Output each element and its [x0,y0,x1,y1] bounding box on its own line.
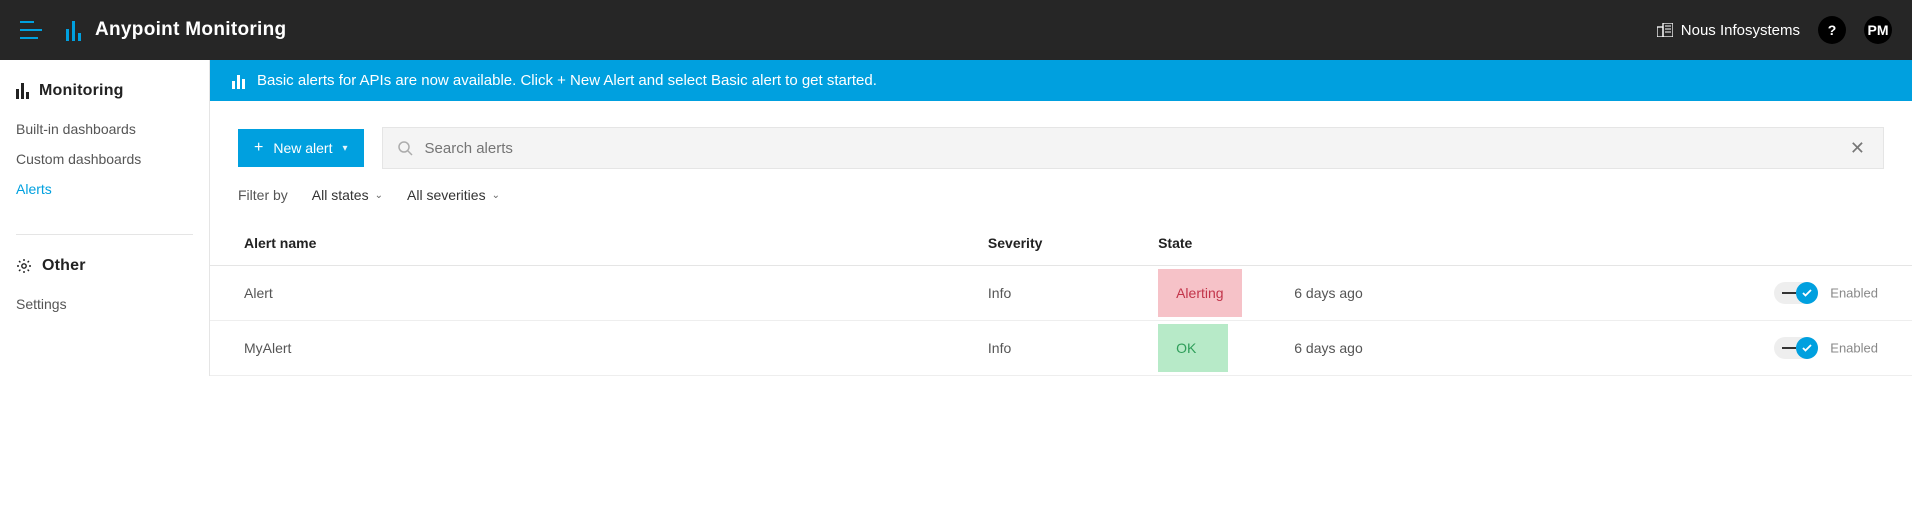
org-name: Nous Infosystems [1681,22,1800,39]
gear-icon [16,258,32,274]
cell-time: 6 days ago [1282,321,1622,376]
banner-text: Basic alerts for APIs are now available.… [257,72,877,89]
sidebar-section-monitoring: Monitoring [16,82,193,100]
new-alert-button[interactable]: + New alert ▾ [238,129,364,167]
filter-label: Filter by [238,187,288,203]
check-icon [1796,282,1818,304]
cell-state: Alerting [1146,266,1282,321]
sidebar-item-settings[interactable]: Settings [16,289,193,319]
main-content: Basic alerts for APIs are now available.… [210,60,1912,376]
chevron-down-icon: ▾ [342,143,347,154]
app-title: Anypoint Monitoring [95,19,286,41]
cell-time: 6 days ago [1282,266,1622,321]
user-avatar[interactable]: PM [1864,16,1892,44]
sidebar-item-alerts[interactable]: Alerts [16,174,193,204]
search-box[interactable]: ✕ [382,127,1884,169]
state-badge: Alerting [1158,269,1241,317]
sidebar-item-custom-dashboards[interactable]: Custom dashboards [16,144,193,174]
col-header-severity[interactable]: Severity [976,221,1146,266]
info-banner: Basic alerts for APIs are now available.… [210,60,1912,101]
filter-state-dropdown[interactable]: All states ⌄ [312,187,383,203]
cell-severity: Info [976,321,1146,376]
search-icon [397,140,425,156]
table-row[interactable]: MyAlertInfoOK 6 days ago Enabled [210,321,1912,376]
search-input[interactable] [425,140,1846,157]
close-icon[interactable]: ✕ [1846,134,1869,163]
filter-severity-dropdown[interactable]: All severities ⌄ [407,187,500,203]
toggle-label: Enabled [1830,341,1878,356]
table-row[interactable]: AlertInfoAlerting 6 days ago Enabled [210,266,1912,321]
chevron-down-icon: ⌄ [375,190,383,201]
toggle-label: Enabled [1830,286,1878,301]
cell-state: OK [1146,321,1282,376]
app-logo-icon [66,19,81,41]
topbar: Anypoint Monitoring Nous Infosystems ? P… [0,0,1912,60]
building-icon [1657,23,1673,37]
cell-name: MyAlert [210,321,976,376]
state-badge: OK [1158,324,1228,372]
sidebar: Monitoring Built-in dashboards Custom da… [0,60,210,376]
plus-icon: + [254,140,263,156]
sidebar-divider [16,234,193,235]
enable-toggle[interactable] [1774,282,1818,304]
bars-icon [16,83,29,99]
col-header-name[interactable]: Alert name [210,221,976,266]
alerts-table: Alert name Severity State AlertInfoAlert… [210,221,1912,376]
check-icon [1796,337,1818,359]
sidebar-section-other: Other [16,257,193,275]
cell-severity: Info [976,266,1146,321]
chevron-down-icon: ⌄ [492,190,500,201]
enable-toggle[interactable] [1774,337,1818,359]
sidebar-item-builtin-dashboards[interactable]: Built-in dashboards [16,114,193,144]
col-header-state[interactable]: State [1146,221,1282,266]
cell-name: Alert [210,266,976,321]
chart-icon [232,73,245,89]
help-button[interactable]: ? [1818,16,1846,44]
menu-icon[interactable] [20,21,42,39]
org-switcher[interactable]: Nous Infosystems [1657,22,1800,39]
